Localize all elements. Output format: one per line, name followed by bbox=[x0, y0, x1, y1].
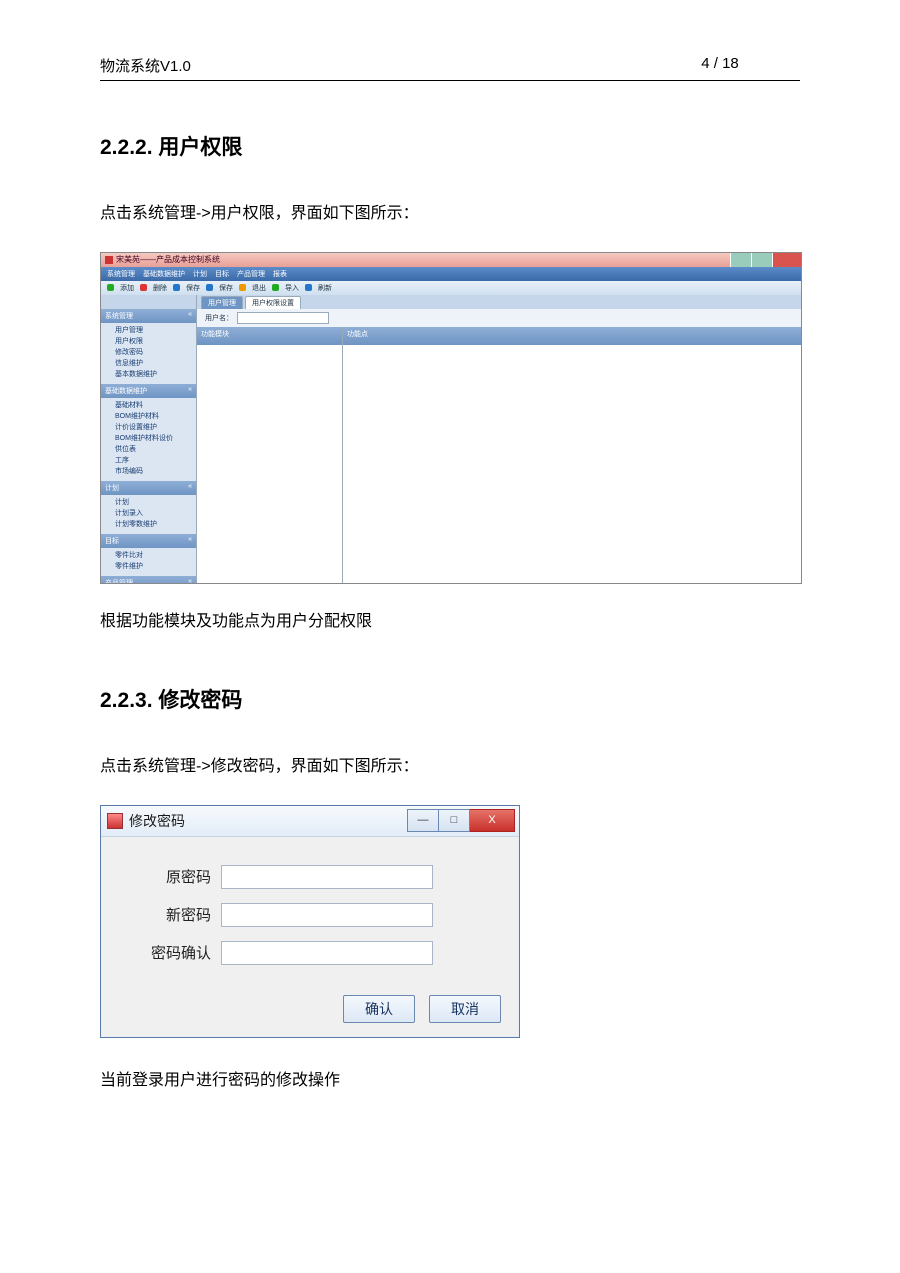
save-icon bbox=[206, 284, 213, 291]
new-password-label: 新密码 bbox=[121, 904, 221, 925]
app-icon bbox=[105, 256, 113, 264]
panel-body-right bbox=[343, 345, 801, 583]
maximize-button[interactable] bbox=[751, 253, 772, 267]
toolbar-add[interactable]: 添加 bbox=[120, 283, 134, 293]
tab-user-manage[interactable]: 用户管理 bbox=[201, 296, 243, 309]
menu-item[interactable]: 系统管理 bbox=[107, 269, 135, 279]
toolbar-refresh[interactable]: 刷新 bbox=[318, 283, 332, 293]
old-password-input[interactable] bbox=[221, 865, 433, 889]
sidebar-item[interactable]: BOM维护材料设价 bbox=[115, 433, 196, 444]
toolbar-save2[interactable]: 保存 bbox=[219, 283, 233, 293]
menu-item[interactable]: 产品管理 bbox=[237, 269, 265, 279]
sidebar-item[interactable]: 计划 bbox=[115, 497, 196, 508]
sidebar-item[interactable]: 零件比对 bbox=[115, 550, 196, 561]
sidebar-item[interactable]: 基础材料 bbox=[115, 400, 196, 411]
sidebar-item[interactable]: 计划录入 bbox=[115, 508, 196, 519]
save-icon bbox=[173, 284, 180, 291]
sidebar-item[interactable]: 计划零数维护 bbox=[115, 519, 196, 530]
filter-label: 用户名： bbox=[205, 313, 233, 323]
panel-body-left bbox=[197, 345, 342, 583]
dialog-title: 修改密码 bbox=[129, 811, 185, 831]
add-icon bbox=[107, 284, 114, 291]
page-number: 4 / 18 bbox=[640, 55, 800, 76]
app-toolbar: 添加 删除 保存 保存 退出 导入 刷新 bbox=[101, 281, 801, 295]
section-223-intro: 点击系统管理->修改密码，界面如下图所示： bbox=[100, 754, 800, 780]
sidebar-item[interactable]: 供位表 bbox=[115, 444, 196, 455]
toolbar-import[interactable]: 导入 bbox=[285, 283, 299, 293]
sidebar-item[interactable]: BOM维护材料 bbox=[115, 411, 196, 422]
side-group-header[interactable]: 产品管理« bbox=[101, 576, 196, 583]
close-button[interactable] bbox=[772, 253, 801, 267]
menu-item[interactable]: 报表 bbox=[273, 269, 287, 279]
change-password-dialog: 修改密码 — □ X 原密码 新密码 密码确认 确认 取消 bbox=[100, 805, 520, 1038]
ok-button[interactable]: 确认 bbox=[343, 995, 415, 1023]
old-password-label: 原密码 bbox=[121, 866, 221, 887]
import-icon bbox=[272, 284, 279, 291]
exit-icon bbox=[239, 284, 246, 291]
section-223-caption: 当前登录用户进行密码的修改操作 bbox=[100, 1068, 800, 1094]
panel-header-left: 功能模块 bbox=[197, 327, 342, 345]
sidebar-item[interactable]: 用户管理 bbox=[115, 325, 196, 336]
tab-user-permission[interactable]: 用户权限设置 bbox=[245, 296, 301, 309]
sidebar-item[interactable]: 零件维护 bbox=[115, 561, 196, 572]
minimize-button[interactable]: — bbox=[407, 809, 439, 832]
sidebar-item[interactable]: 基本数据维护 bbox=[115, 369, 196, 380]
app-menubar: 系统管理 基础数据维护 计划 目标 产品管理 报表 bbox=[101, 267, 801, 281]
cancel-button[interactable]: 取消 bbox=[429, 995, 501, 1023]
sidebar-item[interactable]: 用户权限 bbox=[115, 336, 196, 347]
sidebar-item[interactable]: 修改密码 bbox=[115, 347, 196, 358]
side-group-header[interactable]: 系统管理« bbox=[101, 309, 196, 323]
menu-item[interactable]: 计划 bbox=[193, 269, 207, 279]
dialog-icon bbox=[107, 813, 123, 829]
menu-item[interactable]: 基础数据维护 bbox=[143, 269, 185, 279]
panel-header-right: 功能点 bbox=[343, 327, 801, 345]
section-heading-222: 2.2.2. 用户权限 bbox=[100, 131, 800, 161]
confirm-password-input[interactable] bbox=[221, 941, 433, 965]
tabs: 用户管理 用户权限设置 bbox=[197, 295, 801, 309]
side-group-header[interactable]: 计划« bbox=[101, 481, 196, 495]
app-titlebar: 宋美苑——产品成本控制系统 bbox=[101, 253, 801, 267]
maximize-button[interactable]: □ bbox=[439, 809, 470, 832]
confirm-password-label: 密码确认 bbox=[121, 942, 221, 963]
section-222-intro: 点击系统管理->用户权限，界面如下图所示： bbox=[100, 201, 800, 227]
doc-title: 物流系统V1.0 bbox=[100, 55, 640, 76]
app-window-title: 宋美苑——产品成本控制系统 bbox=[116, 254, 220, 265]
page-header: 物流系统V1.0 4 / 18 bbox=[100, 55, 800, 81]
toolbar-save[interactable]: 保存 bbox=[186, 283, 200, 293]
toolbar-exit[interactable]: 退出 bbox=[252, 283, 266, 293]
section-heading-223: 2.2.3. 修改密码 bbox=[100, 684, 800, 714]
sidebar-item[interactable]: 工序 bbox=[115, 455, 196, 466]
sidebar-item[interactable]: 信息维护 bbox=[115, 358, 196, 369]
sidebar-item[interactable]: 市场编码 bbox=[115, 466, 196, 477]
sidebar-item[interactable]: 计价设置维护 bbox=[115, 422, 196, 433]
new-password-input[interactable] bbox=[221, 903, 433, 927]
refresh-icon bbox=[305, 284, 312, 291]
app-screenshot: 宋美苑——产品成本控制系统 系统管理 基础数据维护 计划 目标 产品管理 报表 … bbox=[100, 252, 802, 584]
dialog-titlebar: 修改密码 — □ X bbox=[101, 806, 519, 837]
section-222-caption: 根据功能模块及功能点为用户分配权限 bbox=[100, 609, 800, 635]
close-button[interactable]: X bbox=[470, 809, 515, 832]
menu-item[interactable]: 目标 bbox=[215, 269, 229, 279]
side-group-header[interactable]: 基础数据维护« bbox=[101, 384, 196, 398]
minimize-button[interactable] bbox=[730, 253, 751, 267]
username-input[interactable] bbox=[237, 312, 329, 324]
side-group-header[interactable]: 目标« bbox=[101, 534, 196, 548]
delete-icon bbox=[140, 284, 147, 291]
filter-bar: 用户名： bbox=[197, 309, 801, 327]
toolbar-delete[interactable]: 删除 bbox=[153, 283, 167, 293]
sidebar: 系统管理« 用户管理 用户权限 修改密码 信息维护 基本数据维护 基础数据维护«… bbox=[101, 295, 197, 583]
